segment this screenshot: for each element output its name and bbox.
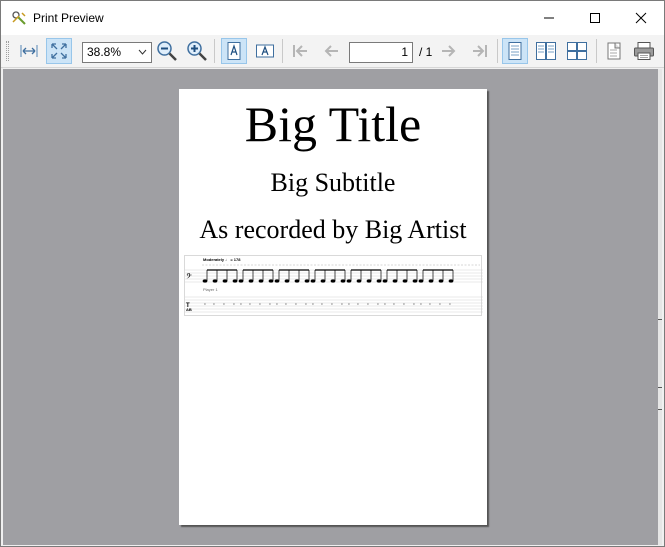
svg-text:0: 0 [377, 302, 379, 306]
svg-text:0: 0 [321, 302, 323, 306]
fit-width-icon [20, 45, 38, 57]
previous-page-button[interactable] [318, 38, 344, 64]
print-icon [634, 42, 654, 60]
title-bar[interactable]: Print Preview [1, 1, 664, 35]
svg-text:0: 0 [213, 302, 215, 306]
zoom-value: 38.8% [87, 45, 122, 59]
first-page-icon [293, 45, 307, 57]
zoom-select[interactable]: 38.8% [82, 42, 152, 63]
fit-page-button[interactable] [46, 38, 72, 64]
svg-text:0: 0 [249, 302, 251, 306]
facing-pages-icon [536, 42, 556, 60]
page-number-input[interactable]: 1 [349, 42, 413, 63]
page-total-label: / 1 [419, 45, 433, 59]
svg-text:0: 0 [223, 302, 225, 306]
last-page-button[interactable] [467, 38, 493, 64]
minimize-icon [544, 17, 554, 19]
next-page-icon [442, 45, 456, 57]
preview-toolbar: 38.8% 1 / 1 [1, 35, 664, 68]
notation-graphic: 𝄢 T AB 0 0 0 0 0 0 0 0 0 0 0 0 0 0 0 0 0… [185, 264, 483, 313]
last-page-icon [473, 45, 487, 57]
toolbar-separator [214, 39, 215, 63]
maximize-icon [590, 13, 600, 23]
svg-text:0: 0 [233, 302, 235, 306]
svg-text:0: 0 [204, 302, 206, 306]
svg-text:0: 0 [259, 302, 261, 306]
svg-text:𝄢: 𝄢 [186, 272, 192, 283]
score-staff: Moderately ♩ = 178 Player 1 𝄢 T AB 0 0 0… [184, 255, 483, 316]
svg-text:0: 0 [403, 302, 405, 306]
facing-pages-button[interactable] [533, 38, 559, 64]
toolbar-separator [282, 39, 283, 63]
next-page-button[interactable] [436, 38, 462, 64]
print-preview-window: Print Preview 38.8% 1 / 1 Big Title Big … [0, 0, 665, 547]
fit-page-icon [51, 43, 67, 59]
svg-text:0: 0 [367, 302, 369, 306]
svg-text:0: 0 [312, 302, 314, 306]
portrait-button[interactable] [221, 38, 247, 64]
single-page-button[interactable] [502, 38, 528, 64]
overview-icon [567, 42, 587, 60]
zoom-in-button[interactable] [184, 38, 210, 64]
maximize-button[interactable] [572, 1, 618, 35]
single-page-icon [508, 42, 522, 60]
toolbar-separator [596, 39, 597, 63]
svg-text:AB: AB [186, 307, 192, 312]
svg-text:0: 0 [429, 302, 431, 306]
previous-page-icon [324, 45, 338, 57]
chevron-down-icon [138, 49, 147, 55]
page-setup-button[interactable] [601, 38, 627, 64]
svg-text:0: 0 [413, 302, 415, 306]
zoom-out-icon [157, 41, 177, 61]
page-setup-icon [607, 42, 621, 60]
window-title: Print Preview [33, 11, 104, 25]
svg-text:0: 0 [420, 302, 422, 306]
song-artist: As recorded by Big Artist [199, 215, 467, 244]
portrait-icon [227, 42, 241, 60]
toolbar-separator [497, 39, 498, 63]
svg-text:0: 0 [348, 302, 350, 306]
svg-text:0: 0 [384, 302, 386, 306]
scrollbar[interactable] [658, 69, 662, 545]
fit-width-button[interactable] [16, 38, 42, 64]
app-icon [11, 10, 28, 27]
first-page-button[interactable] [287, 38, 313, 64]
svg-text:0: 0 [285, 302, 287, 306]
close-button[interactable] [618, 1, 664, 35]
svg-text:0: 0 [295, 302, 297, 306]
zoom-in-icon [187, 41, 207, 61]
preview-page: Big Title Big Subtitle As recorded by Bi… [179, 89, 487, 525]
svg-text:0: 0 [305, 302, 307, 306]
song-subtitle: Big Subtitle [270, 168, 396, 197]
overview-button[interactable] [564, 38, 590, 64]
close-icon [635, 12, 647, 24]
svg-text:0: 0 [393, 302, 395, 306]
zoom-out-button[interactable] [154, 38, 180, 64]
svg-text:0: 0 [240, 302, 242, 306]
svg-text:0: 0 [276, 302, 278, 306]
landscape-button[interactable] [252, 38, 278, 64]
preview-area[interactable]: Big Title Big Subtitle As recorded by Bi… [3, 69, 662, 545]
landscape-icon [256, 44, 274, 58]
svg-text:0: 0 [357, 302, 359, 306]
svg-text:0: 0 [331, 302, 333, 306]
svg-text:0: 0 [341, 302, 343, 306]
svg-text:0: 0 [449, 302, 451, 306]
svg-text:0: 0 [439, 302, 441, 306]
song-title: Big Title [244, 96, 422, 152]
print-button[interactable] [631, 38, 657, 64]
svg-text:0: 0 [269, 302, 271, 306]
toolbar-grip[interactable] [6, 41, 9, 61]
minimize-button[interactable] [526, 1, 572, 35]
